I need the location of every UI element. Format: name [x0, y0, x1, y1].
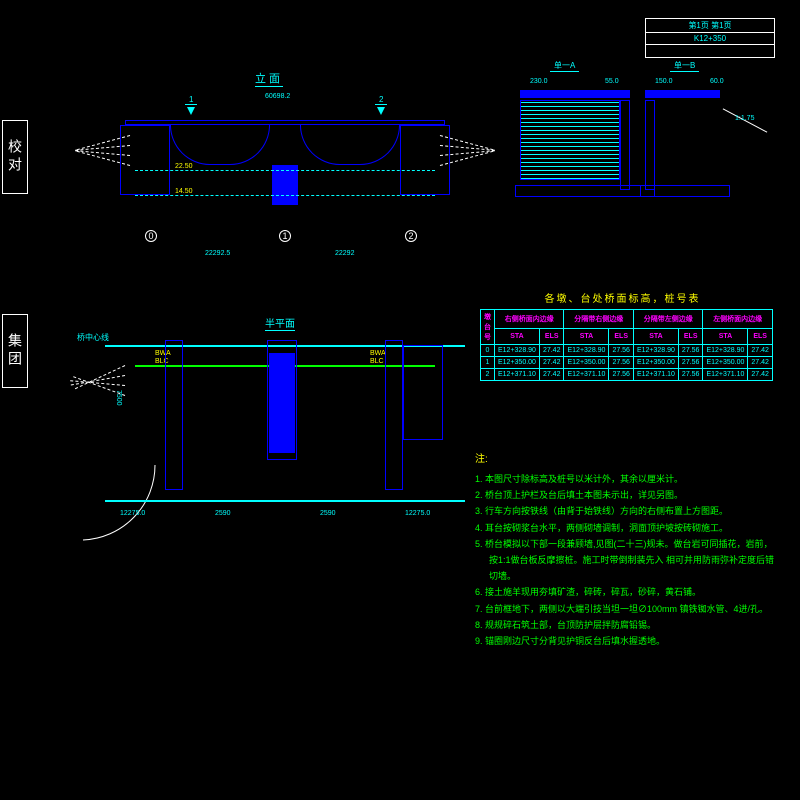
sec-dim-2: 150.0	[655, 78, 673, 85]
table-header-row: 墩台号 右侧桥面内边缘 分隔带右侧边缘 分隔带左侧边缘 左侧桥面内边缘	[481, 310, 773, 329]
blc-right: BLC	[370, 358, 384, 365]
elevation-view: 立面 1 2 60698.2 22.50 14.50 0 1 2 22292.5…	[85, 65, 485, 275]
notes-title: 注:	[475, 450, 775, 465]
note-item: 4. 耳台按砌浆台水平，两侧砌墙调制，洞面顶护坡按砖砌施工。	[475, 520, 775, 536]
section-pointer-left: 1	[185, 95, 197, 105]
table-row: 2E12+371.1027.42E12+371.1027.56E12+371.1…	[481, 369, 773, 381]
footing-a	[515, 185, 655, 197]
wall-b	[645, 100, 655, 190]
note-item: 9. 锚圈刚边尺寸分背见护铜反台后填水握透地。	[475, 633, 775, 649]
note-item: 3. 行车方向按铁线（由背于始铁线）方向的右侧布置上方图距。	[475, 503, 775, 519]
table-row: 0E12+328.9027.42E12+328.9027.56E12+328.9…	[481, 345, 773, 357]
pier-plan-top	[269, 353, 295, 453]
elevation-title: 立面	[255, 70, 283, 87]
arch-left	[170, 125, 270, 165]
station-label: K12+350	[646, 33, 774, 45]
col-pier: 墩台号	[481, 310, 495, 345]
side-labels: 校对 集团	[2, 120, 28, 388]
note-item: 7. 台前框地下，两侧以大端引技当坦一坦∅100mm 镇铁铷水管、4进/孔。	[475, 601, 775, 617]
pier-1-label: 1	[279, 230, 291, 242]
water-low-label: 14.50	[175, 188, 193, 195]
water-low	[135, 195, 435, 196]
plan-dim-0: 12275.0	[120, 510, 145, 517]
deck-b	[645, 90, 720, 98]
plan-title: 半平面	[265, 315, 295, 331]
span-dim: 60698.2	[265, 93, 290, 100]
deck-a	[520, 90, 630, 98]
table-row: 1E12+350.0027.42E12+350.0027.56E12+350.0…	[481, 357, 773, 369]
center-label: 桥中心线	[77, 332, 109, 343]
title-block: 第1页 第1页 K12+350	[645, 18, 775, 58]
table-title: 各墩、台处桥面标高，桩号表	[480, 290, 765, 305]
note-item: 5. 桥台模拟以下部一段兼顾墙,见图(二十三)规未。做台岩可同插花，岩前，按1:…	[475, 536, 775, 585]
table-subheader-row: STAELS STAELS STAELS STAELS	[481, 329, 773, 345]
footing-b	[640, 185, 730, 197]
col-mid-r: 分隔带右侧边缘	[564, 310, 633, 329]
side-label-bottom: 集团	[2, 314, 28, 388]
water-high	[135, 170, 435, 171]
arch-right	[300, 125, 400, 165]
coordinate-table: 各墩、台处桥面标高，桩号表 墩台号 右侧桥面内边缘 分隔带右侧边缘 分隔带左侧边…	[480, 290, 765, 381]
data-table: 墩台号 右侧桥面内边缘 分隔带右侧边缘 分隔带左侧边缘 左侧桥面内边缘 STAE…	[480, 309, 773, 381]
sec-dim-0: 230.0	[530, 78, 548, 85]
fill-a	[520, 100, 620, 180]
plan-dim-1: 2590	[215, 510, 231, 517]
wall-a	[620, 100, 630, 190]
slope-arc	[75, 460, 165, 550]
side-label-top: 校对	[2, 120, 28, 194]
note-item: 6. 接土施羊现用夯填矿渣，碎砖，碎瓦，砂碎，黄石铺。	[475, 584, 775, 600]
section-pointer-right: 2	[375, 95, 387, 105]
abut-plan-left	[165, 340, 183, 490]
plan-view: 半平面 桥中心线 BWA BWA BLC BLC 7500 12275.0 25…	[85, 310, 485, 570]
center-pier	[272, 165, 298, 205]
water-high-label: 22.50	[175, 163, 193, 170]
pier-2-label: 2	[405, 230, 417, 242]
overall-dim: 22292.5	[205, 250, 230, 257]
sec-dim-3: 60.0	[710, 78, 724, 85]
notes-list: 1. 本图尺寸除标高及桩号以米计外，其余以厘米计。 2. 桥台顶上护栏及台后填土…	[475, 471, 775, 649]
slope-dim: 1:1.75	[735, 115, 754, 122]
mid-dim: 22292	[335, 250, 354, 257]
col-left: 左侧桥面内边缘	[703, 310, 772, 329]
note-item: 8. 规规碎石筑土部，台顶防护层拌防腐铅锡。	[475, 617, 775, 633]
col-mid-l: 分隔带左侧边缘	[633, 310, 702, 329]
note-item: 2. 桥台顶上护栏及台后填土本图未示出，详见另图。	[475, 487, 775, 503]
plan-dim-2: 2590	[320, 510, 336, 517]
section-a-title: 单一A	[550, 60, 579, 72]
bwa-right: BWA	[370, 350, 386, 357]
width-dim: 7500	[115, 390, 122, 406]
abut-plan-right	[385, 340, 403, 490]
sec-dim-1: 55.0	[605, 78, 619, 85]
arrow-icon	[377, 107, 385, 115]
sheet-label: 第1页 第1页	[646, 19, 774, 33]
plan-dim-3: 12275.0	[405, 510, 430, 517]
section-b-title: 单一B	[670, 60, 699, 72]
wing-wall	[403, 345, 443, 440]
col-right: 右侧桥面内边缘	[495, 310, 564, 329]
pier-0-label: 0	[145, 230, 157, 242]
arrow-icon	[187, 107, 195, 115]
dim-line	[105, 500, 465, 502]
note-item: 1. 本图尺寸除标高及桩号以米计外，其余以厘米计。	[475, 471, 775, 487]
sections-view: 单一A 单一B 230.0 55.0 150.0 60.0 1:1.75	[510, 60, 770, 240]
notes-block: 注: 1. 本图尺寸除标高及桩号以米计外，其余以厘米计。 2. 桥台顶上护栏及台…	[475, 450, 775, 649]
